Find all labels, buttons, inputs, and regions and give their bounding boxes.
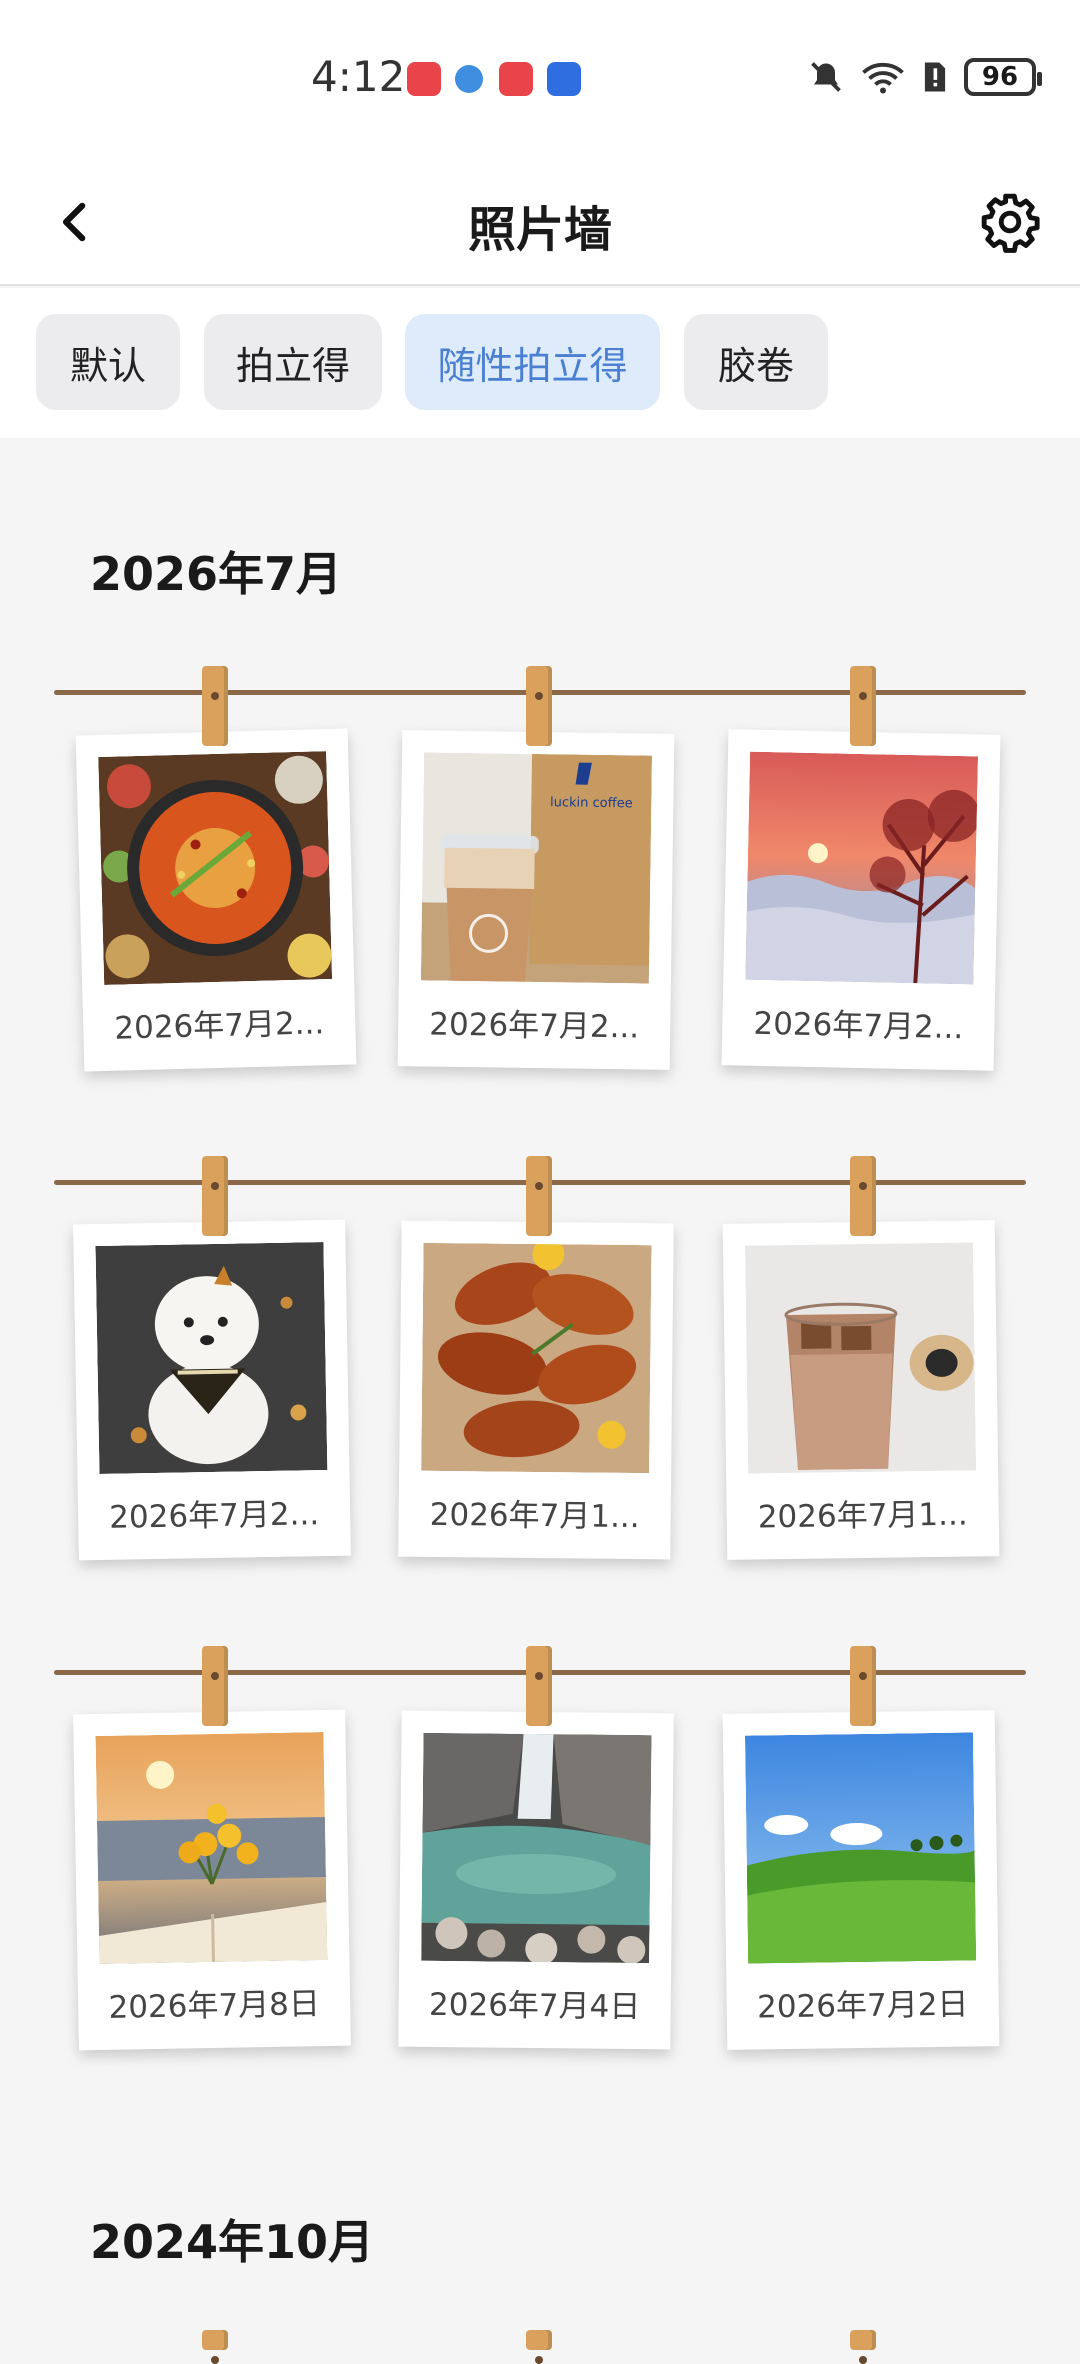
photo-luckin-coffee: luckin coffee: [420, 752, 653, 984]
app-header: 照片墙: [0, 160, 1080, 286]
photo-card[interactable]: 2026年7月8日: [73, 1709, 351, 2051]
status-bar: 4:12 96: [0, 0, 1080, 160]
tab-default[interactable]: 默认: [36, 314, 180, 410]
tab-casual-polaroid[interactable]: 随性拍立得: [405, 314, 660, 410]
clothespin: [526, 1646, 552, 1726]
photo-waterfall: [421, 1732, 652, 1964]
photo-caption: 2026年7月2日: [756, 1986, 969, 2026]
photo-card[interactable]: 2026年7月4日: [398, 1710, 674, 2050]
photo-sunset-flowers: [95, 1732, 328, 1964]
style-tabs: 默认 拍立得 随性拍立得 胶卷: [0, 288, 1080, 438]
photo-chicken-wings: [421, 1242, 652, 1474]
clothespin: [850, 666, 876, 746]
status-icons: 96: [808, 58, 1042, 96]
clothespin: [526, 2330, 552, 2364]
tab-polaroid[interactable]: 拍立得: [204, 314, 382, 410]
tips-icon: [547, 62, 581, 96]
status-time: 4:12: [311, 52, 406, 101]
huawei-store-icon: [407, 62, 441, 96]
photo-card[interactable]: 2026年7月2...: [75, 728, 357, 1072]
photo-green-meadow: [744, 1732, 977, 1964]
photo-caption: 2026年7月2...: [108, 1496, 320, 1536]
mute-icon: [811, 62, 841, 92]
photo-sunset-clouds: [745, 751, 979, 985]
photo-card[interactable]: 2026年7月1...: [398, 1220, 674, 1560]
photo-card[interactable]: luckin coffee 2026年7月2...: [397, 730, 675, 1070]
clothespin: [526, 666, 552, 746]
sim-alert-icon: [924, 62, 946, 92]
clothespin: [850, 1646, 876, 1726]
month-title: 2026年7月: [90, 547, 343, 601]
photo-caption: 2026年7月2...: [113, 1005, 325, 1047]
luckin-logo-text: luckin coffee: [550, 795, 633, 811]
photo-card[interactable]: 2026年7月1...: [722, 1220, 1000, 1560]
photo-caption: 2026年7月8日: [108, 1986, 321, 2026]
clothespin: [526, 1156, 552, 1236]
photo-hotpot: [98, 751, 333, 985]
gear-icon: [981, 193, 1040, 253]
page-title: 照片墙: [467, 202, 612, 258]
photo-card[interactable]: 2026年7月2...: [73, 1219, 351, 1561]
clothespin: [850, 1156, 876, 1236]
books-icon: [499, 62, 533, 96]
clothespin: [202, 1156, 228, 1236]
clothespin: [202, 1646, 228, 1726]
photo-card[interactable]: 2026年7月2日: [722, 1710, 1000, 2050]
photo-caption: 2026年7月1...: [757, 1496, 968, 1536]
month-title: 2024年10月: [90, 2215, 375, 2269]
tab-film[interactable]: 胶卷: [684, 314, 828, 410]
photo-caption: 2026年7月2...: [429, 1006, 640, 1046]
wifi-icon: [862, 62, 904, 94]
browser-icon: [455, 65, 483, 93]
photo-card[interactable]: 2026年7月2...: [721, 729, 1001, 1071]
photo-white-puppy: [95, 1242, 328, 1474]
clothespin: [202, 666, 228, 746]
settings-button[interactable]: [970, 182, 1050, 262]
photo-iced-coffee: [744, 1242, 977, 1474]
photo-caption: 2026年7月4日: [428, 1986, 641, 2026]
photo-caption: 2026年7月1...: [429, 1496, 640, 1536]
clothespin: [202, 2330, 228, 2364]
battery-icon: 96: [964, 58, 1042, 96]
photo-caption: 2026年7月2...: [753, 1005, 964, 1047]
clothespin: [850, 2330, 876, 2364]
photo-wall: 2026年7月 2026年7月2... luckin coffee 2026年7…: [0, 440, 1080, 2364]
